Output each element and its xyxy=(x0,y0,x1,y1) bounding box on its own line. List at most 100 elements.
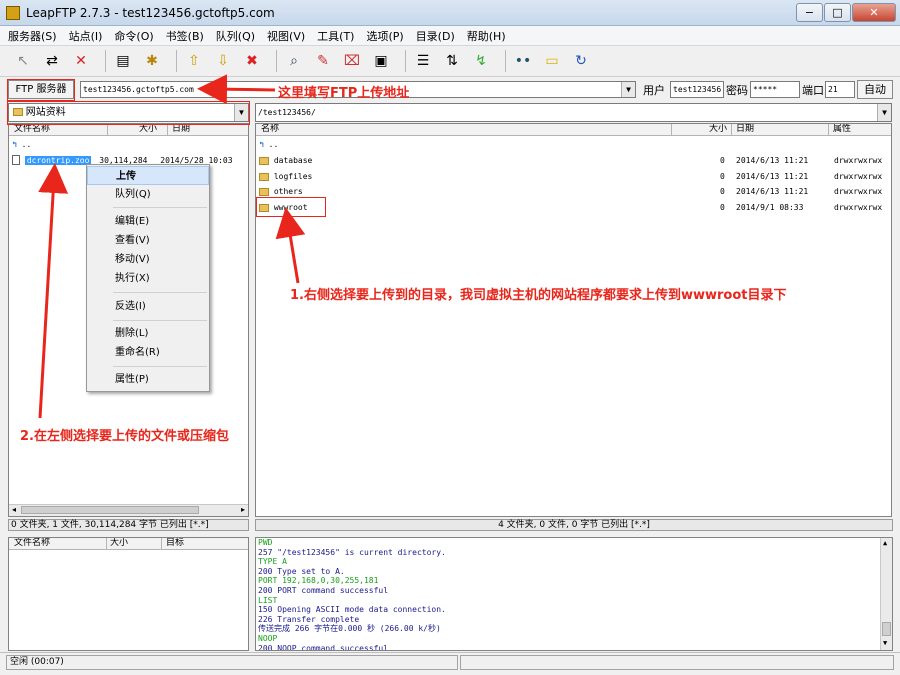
edit-icon[interactable]: ✎ xyxy=(312,50,334,72)
menu-item-delete[interactable]: 删除(L) xyxy=(87,324,209,343)
sync-icon[interactable]: ↯ xyxy=(470,50,492,72)
refresh-icon[interactable]: ↻ xyxy=(570,50,592,72)
window-controls: − □ ✕ xyxy=(796,3,896,22)
log-line: 传送完成 266 字节在0.000 秒 (266.00 k/秒) xyxy=(258,624,441,634)
menu-item-execute[interactable]: 执行(X) xyxy=(87,269,209,288)
chevron-down-icon[interactable]: ▼ xyxy=(877,104,891,121)
menu-item-view[interactable]: 查看(V) xyxy=(87,231,209,250)
scroll-thumb[interactable] xyxy=(882,622,891,636)
column-divider[interactable] xyxy=(106,538,107,550)
arrow-icon[interactable]: ↖ xyxy=(12,50,34,72)
remote-file-list[interactable]: 名称 大小 日期 属性 ↰ .. database 0 2014/6/13 11… xyxy=(255,123,892,517)
menu-site[interactable]: 站点(I) xyxy=(69,28,103,44)
annotation-address-hint: 这里填写FTP上传地址 xyxy=(278,86,410,101)
menu-item-move[interactable]: 移动(V) xyxy=(87,250,209,269)
menu-tools[interactable]: 工具(T) xyxy=(317,28,354,44)
column-name[interactable]: 文件名称 xyxy=(14,538,50,549)
menu-directory[interactable]: 目录(D) xyxy=(416,28,455,44)
download-icon[interactable]: ⇩ xyxy=(212,50,234,72)
queue-list[interactable]: 文件名称 大小 目标 xyxy=(8,537,249,651)
folder-icon[interactable]: ▭ xyxy=(541,50,563,72)
port-input[interactable]: 21 xyxy=(825,81,855,98)
menu-command[interactable]: 命令(O) xyxy=(114,28,153,44)
column-name[interactable]: 名称 xyxy=(261,124,279,135)
menu-queue[interactable]: 队列(Q) xyxy=(216,28,255,44)
column-divider[interactable] xyxy=(167,124,168,136)
menu-bookmark[interactable]: 书签(B) xyxy=(166,28,204,44)
menu-item-upload[interactable]: 上传 xyxy=(87,166,209,185)
folder-icon xyxy=(259,187,269,196)
dots-icon[interactable]: •• xyxy=(512,50,534,72)
maximize-button[interactable]: □ xyxy=(824,3,851,22)
status-idle: 空闲 (00:07) xyxy=(6,655,458,670)
delete-icon[interactable]: ⌧ xyxy=(341,50,363,72)
menu-view[interactable]: 视图(V) xyxy=(267,28,305,44)
column-attributes[interactable]: 属性 xyxy=(833,124,851,135)
toolbar-separator xyxy=(405,50,406,72)
horizontal-scrollbar[interactable]: ◂ ▸ xyxy=(9,504,248,516)
annotation-box-ftp-button xyxy=(7,79,75,101)
auto-button[interactable]: 自动 xyxy=(857,80,893,99)
column-divider[interactable] xyxy=(161,538,162,550)
sitemanager-icon[interactable]: ▤ xyxy=(112,50,134,72)
queue-column-header: 文件名称 大小 目标 xyxy=(9,538,248,550)
row-attributes: drwxrwxrwx xyxy=(834,203,883,212)
cancel-icon[interactable]: ✖ xyxy=(241,50,263,72)
menu-item-edit[interactable]: 编辑(E) xyxy=(87,212,209,231)
remote-path-select[interactable]: /test123456/ ▼ xyxy=(255,103,892,122)
column-size[interactable]: 大小 xyxy=(139,124,157,135)
column-divider[interactable] xyxy=(107,124,108,136)
log-line: NOOP xyxy=(258,633,278,643)
disconnect-icon[interactable]: ⇄ xyxy=(41,50,63,72)
menu-item-invert-selection[interactable]: 反选(I) xyxy=(87,297,209,316)
scroll-right-icon[interactable]: ▸ xyxy=(241,505,245,514)
minimize-button[interactable]: − xyxy=(796,3,823,22)
upload-icon[interactable]: ⇧ xyxy=(183,50,205,72)
scroll-down-icon[interactable]: ▼ xyxy=(883,639,887,649)
menu-item-rename[interactable]: 重命名(R) xyxy=(87,343,209,362)
vertical-scrollbar[interactable]: ▲ ▼ xyxy=(880,538,892,650)
folder-row-wwwroot[interactable]: wwwroot 0 2014/9/1 08:33 drwxrwxrwx xyxy=(259,203,891,212)
list-icon[interactable]: ☰ xyxy=(412,50,434,72)
menu-item-properties[interactable]: 属性(P) xyxy=(87,370,209,389)
column-size[interactable]: 大小 xyxy=(709,124,727,135)
folder-row[interactable]: logfiles 0 2014/6/13 11:21 drwxrwxrwx xyxy=(259,172,891,181)
gear-icon[interactable]: ✱ xyxy=(141,50,163,72)
column-date[interactable]: 日期 xyxy=(172,124,190,135)
menu-options[interactable]: 选项(P) xyxy=(366,28,403,44)
column-target[interactable]: 目标 xyxy=(166,538,184,549)
scroll-thumb[interactable] xyxy=(21,506,199,514)
clipboard-icon[interactable]: ▣ xyxy=(370,50,392,72)
password-input[interactable]: ***** xyxy=(750,81,800,98)
parent-directory-row[interactable]: ↰ .. xyxy=(259,140,278,149)
port-label: 端口 xyxy=(802,84,824,97)
close-button[interactable]: ✕ xyxy=(852,3,896,22)
menu-server[interactable]: 服务器(S) xyxy=(8,28,57,44)
row-date: 2014/9/1 08:33 xyxy=(736,203,804,212)
log-line: 200 PORT command successful xyxy=(258,585,389,595)
row-name: database xyxy=(273,156,313,165)
parent-directory-row[interactable]: ↰ .. xyxy=(12,140,31,149)
column-name[interactable]: 文件名称 xyxy=(14,124,50,135)
column-date[interactable]: 日期 xyxy=(736,124,754,135)
folder-row[interactable]: database 0 2014/6/13 11:21 drwxrwxrwx xyxy=(259,156,891,165)
column-size[interactable]: 大小 xyxy=(110,538,128,549)
menu-item-queue[interactable]: 队列(Q) xyxy=(87,185,209,204)
column-divider[interactable] xyxy=(731,124,732,136)
chevron-down-icon[interactable]: ▼ xyxy=(621,82,635,97)
row-size: 0 xyxy=(720,203,725,212)
toolbar-separator xyxy=(176,50,177,72)
scroll-left-icon[interactable]: ◂ xyxy=(12,505,16,514)
stop-icon[interactable]: ✕ xyxy=(70,50,92,72)
status-cell xyxy=(460,655,894,670)
user-input[interactable]: test123456 xyxy=(670,81,724,98)
search-icon[interactable]: ⌕ xyxy=(283,50,305,72)
column-divider[interactable] xyxy=(828,124,829,136)
scroll-up-icon[interactable]: ▲ xyxy=(883,539,887,549)
log-pane[interactable]: ▲ ▼ PWD 257 "/test123456" is current dire… xyxy=(255,537,893,651)
menu-help[interactable]: 帮助(H) xyxy=(467,28,506,44)
column-divider[interactable] xyxy=(671,124,672,136)
transfer-icon[interactable]: ⇅ xyxy=(441,50,463,72)
log-line: 257 "/test123456" is current directory. xyxy=(258,547,446,557)
folder-row[interactable]: others 0 2014/6/13 11:21 drwxrwxrwx xyxy=(259,187,891,196)
